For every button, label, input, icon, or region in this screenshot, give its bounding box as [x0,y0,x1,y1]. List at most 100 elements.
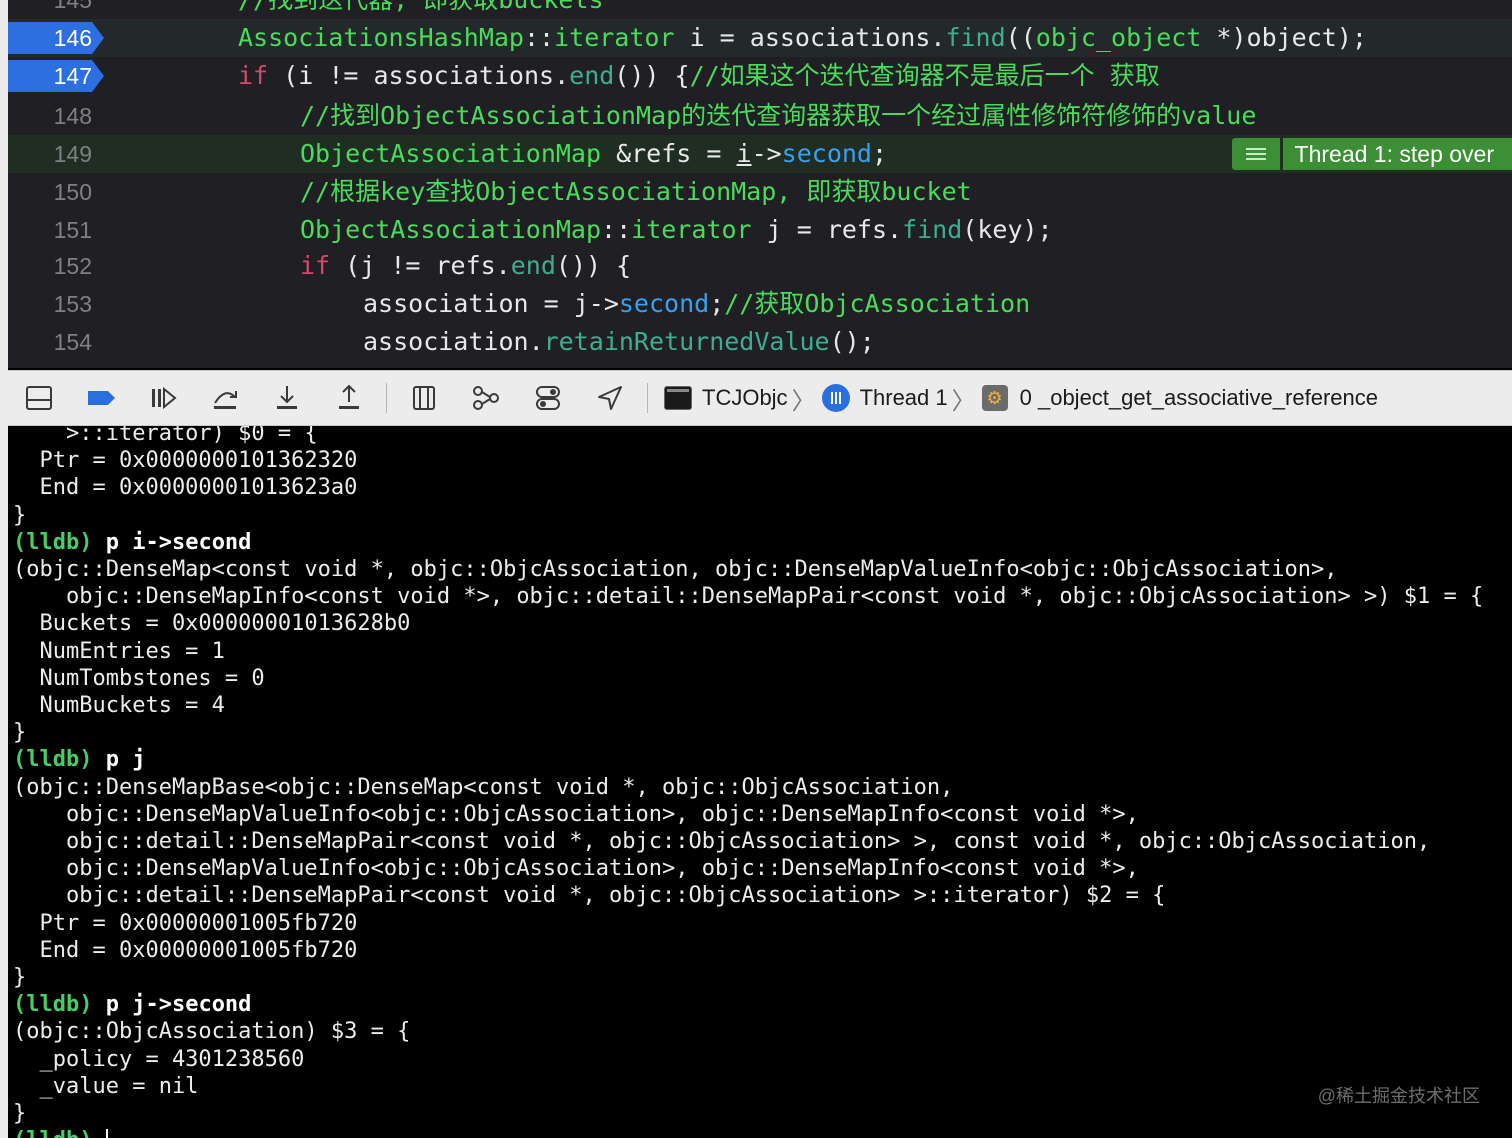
line-number: 147 [53,63,92,89]
step-out-button[interactable] [318,371,380,425]
console-output-line: (objc::DenseMap<const void *, objc::Objc… [13,557,1338,582]
console-output-line: objc::detail::DenseMapPair<const void *,… [13,883,1166,909]
console-output-line: End = 0x00000001005fb720 [13,937,358,963]
console-output-line: Ptr = 0x00000001005fb720 [13,910,358,936]
console-output-line: NumEntries = 1 [13,638,225,664]
console-command-line: (lldb) p i->second [13,529,251,556]
code-comment: //根据key查找ObjectAssociationMap, 即获取bucket [300,177,972,206]
breadcrumb-thread[interactable]: Thread 1 [860,385,948,411]
console-output-line: objc::DenseMapValueInfo<objc::ObjcAssoci… [13,856,1139,882]
toolbar-separator [647,383,648,413]
simulate-location-button[interactable] [579,371,641,425]
chevron-right-icon: 〉 [791,387,816,415]
code-line-145[interactable]: 145 //找到迭代器, 即获取buckets [8,0,1512,19]
code-line-154[interactable]: 154 association.retainReturnedValue(); [8,323,1512,361]
console-output-line: } [13,1101,27,1126]
code-line-147[interactable]: 147 if (i != associations.end()) {//如果这个… [8,57,1512,95]
code-line-151[interactable]: 151 ObjectAssociationMap::iterator j = r… [8,211,1512,249]
breadcrumb-target[interactable]: TCJObjc [702,385,788,411]
source-editor[interactable]: 145 //找到迭代器, 即获取buckets 146 Associations… [8,0,1512,368]
thread-badge-label: Thread 1: step over [1282,138,1512,170]
code-text: if (i != associations.end()) {//如果这个迭代查询… [238,61,1160,90]
hide-debug-area-button[interactable] [8,371,70,425]
memory-graph-button[interactable] [455,371,517,425]
gutter[interactable]: 148 [8,97,108,135]
code-line-150[interactable]: 150 //根据key查找ObjectAssociationMap, 即获取bu… [8,173,1512,211]
toggles-icon [536,386,560,410]
code-text: ObjectAssociationMap &refs = i->second; [300,139,888,168]
thread-icon [821,384,850,412]
console-output-line: NumBuckets = 4 [13,693,225,718]
console-output-line: } [13,965,27,990]
line-number: 149 [53,141,92,167]
console-command-line: (lldb) [13,1127,108,1138]
location-arrow-icon [598,386,622,410]
view-debugger-button[interactable] [393,371,455,425]
code-line-149[interactable]: 149 ObjectAssociationMap &refs = i->seco… [8,135,1512,173]
console-output-line: >::iterator) $0 = { [13,426,318,446]
step-into-icon [277,386,297,409]
code-line-153[interactable]: 153 association = j->second;//获取ObjcAsso… [8,285,1512,323]
gutter[interactable]: 150 [8,173,108,211]
lldb-console[interactable]: >::iterator) $0 = { Ptr = 0x000000010136… [8,426,1512,1138]
gutter[interactable]: 153 [8,285,108,323]
console-output-line: objc::DenseMapInfo<const void *>, objc::… [13,584,1484,610]
lldb-command: p i->second [92,529,252,555]
continue-button[interactable] [132,371,194,425]
continue-icon [152,386,177,410]
gutter[interactable]: 149 [8,135,108,173]
step-over-button[interactable] [194,371,256,425]
console-output-line: NumTombstones = 0 [13,665,265,691]
step-into-button[interactable] [256,371,318,425]
gutter[interactable]: 151 [8,211,108,249]
step-out-icon [339,384,359,409]
lldb-prompt: (lldb) [13,747,93,773]
console-output-line: _value = nil [13,1073,199,1099]
lldb-command [92,1128,105,1138]
text-cursor[interactable] [105,1129,108,1138]
gutter[interactable]: 147 [8,57,108,95]
breakpoint-icon [88,391,115,405]
gutter[interactable]: 152 [8,247,108,285]
code-line-152[interactable]: 152 if (j != refs.end()) { [8,247,1512,285]
chevron-right-icon: 〉 [951,387,976,415]
watermark: @稀土掘金技术社区 [1317,1086,1480,1106]
lldb-prompt: (lldb) [13,529,93,555]
gutter[interactable]: 154 [8,323,108,361]
console-output-line: objc::detail::DenseMapPair<const void *,… [13,829,1431,854]
breadcrumb-frame[interactable]: 0 _object_get_associative_reference [1020,385,1378,411]
code-line-148[interactable]: 148 //找到ObjectAssociationMap的迭代查询器获取一个经过… [8,97,1512,135]
console-output-line: (objc::DenseMapBase<objc::DenseMap<const… [13,774,954,800]
line-number: 154 [53,329,92,355]
breakpoints-toggle-button[interactable] [70,371,132,425]
code-line-146[interactable]: 146 AssociationsHashMap::iterator i = as… [8,19,1512,57]
code-comment: //找到迭代器, 即获取buckets [238,0,604,19]
gutter[interactable]: 146 [8,19,108,57]
console-output-line: _policy = 4301238560 [13,1046,305,1072]
code-text: if (j != refs.end()) { [300,251,632,280]
line-number: 146 [53,25,92,51]
console-output-line: objc::DenseMapValueInfo<objc::ObjcAssoci… [13,801,1139,827]
window-left-edge [0,0,8,1138]
console-output-line: } [13,720,27,746]
terminal-app-icon [664,386,692,410]
memory-graph-icon [473,386,499,410]
line-number: 145 [53,0,92,13]
environment-overrides-button[interactable] [517,371,579,425]
lldb-prompt: (lldb) [13,1128,92,1138]
line-number: 152 [53,253,92,279]
line-number: 150 [53,179,92,205]
gutter[interactable]: 145 [8,0,108,19]
lldb-command: p j->second [92,992,252,1018]
line-number: 148 [53,103,92,129]
line-number: 151 [53,217,92,243]
hamburger-icon [1231,138,1280,170]
thread-step-badge[interactable]: Thread 1: step over [1231,138,1512,170]
code-text: ObjectAssociationMap::iterator j = refs.… [300,215,1053,244]
debug-bar: TCJObjc 〉 Thread 1 〉 ⚙ 0 _object_get_ass… [8,370,1512,426]
console-output-line: (objc::ObjcAssociation) $3 = { [13,1019,411,1045]
gear-icon: ⚙ [981,385,1008,411]
console-command-line: (lldb) p j [13,746,145,773]
code-text: AssociationsHashMap::iterator i = associ… [238,23,1367,52]
panel-bottom-icon [26,386,52,410]
